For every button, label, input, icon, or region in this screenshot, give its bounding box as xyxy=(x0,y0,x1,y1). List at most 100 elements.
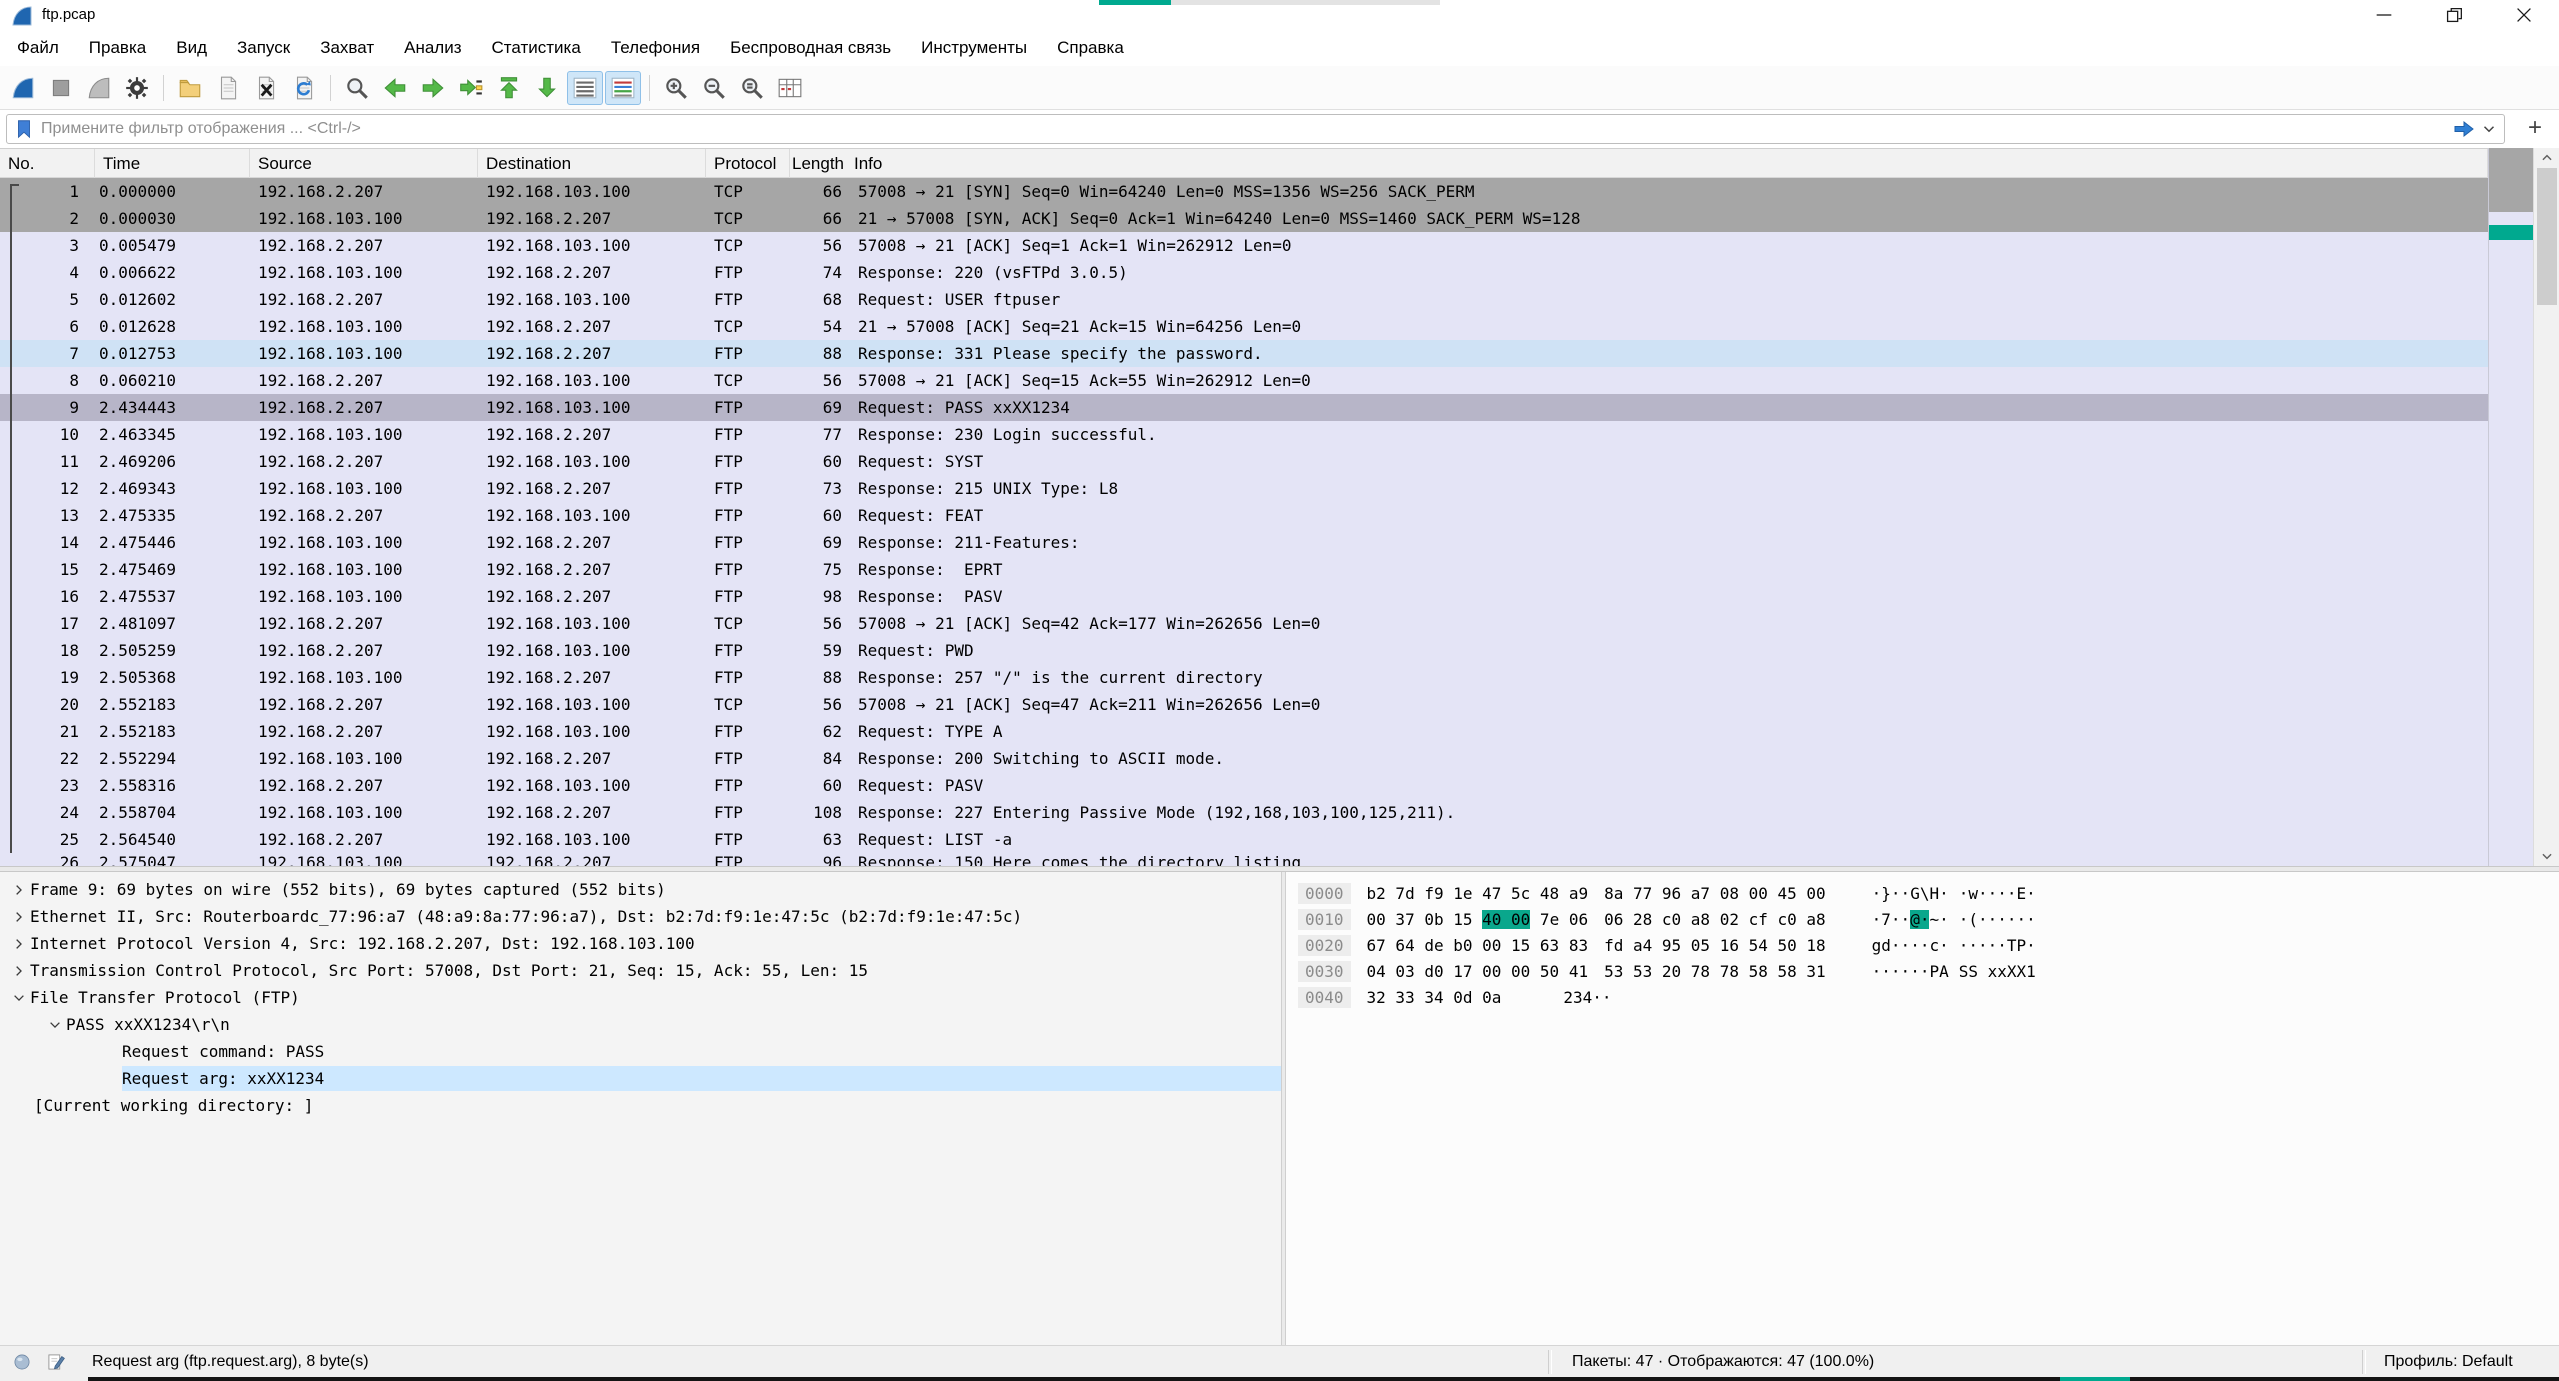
capture-options-button[interactable] xyxy=(119,71,155,105)
display-filter-input[interactable] xyxy=(41,120,2448,138)
menu-item-telephony[interactable]: Телефония xyxy=(596,34,715,62)
menu-item-tools[interactable]: Инструменты xyxy=(906,34,1042,62)
zoom-out-button[interactable] xyxy=(696,71,732,105)
packet-row-19[interactable]: 192.505368192.168.103.100192.168.2.207FT… xyxy=(0,664,2488,691)
detail-line-8[interactable]: [Current working directory: ] xyxy=(0,1092,1281,1119)
add-filter-button[interactable]: + xyxy=(2522,116,2548,142)
packet-row-17[interactable]: 172.481097192.168.2.207192.168.103.100TC… xyxy=(0,610,2488,637)
intelligent-scrollbar-minimap[interactable] xyxy=(2488,148,2533,866)
expander-right-icon[interactable] xyxy=(8,964,30,978)
packet-row-11[interactable]: 112.469206192.168.2.207192.168.103.100FT… xyxy=(0,448,2488,475)
reload-file-button[interactable] xyxy=(286,71,322,105)
packet-row-22[interactable]: 222.552294192.168.103.100192.168.2.207FT… xyxy=(0,745,2488,772)
hex-row-0020[interactable]: 002067 64 de b0 00 15 63 83fd a4 95 05 1… xyxy=(1298,932,2559,958)
column-header-time[interactable]: Time xyxy=(95,149,250,179)
column-header-info[interactable]: Info xyxy=(846,149,2488,179)
detail-line-2[interactable]: Internet Protocol Version 4, Src: 192.16… xyxy=(0,930,1281,957)
hex-row-0040[interactable]: 004032 33 34 0d 0a234·· xyxy=(1298,984,2559,1010)
save-file-button[interactable] xyxy=(210,71,246,105)
expert-info-icon[interactable] xyxy=(12,1352,32,1372)
profile-status[interactable]: Профиль: Default xyxy=(2384,1346,2513,1378)
resize-columns-button[interactable] xyxy=(772,71,808,105)
expander-down-icon[interactable] xyxy=(44,1018,66,1032)
hex-row-0030[interactable]: 003004 03 d0 17 00 00 50 4153 53 20 78 7… xyxy=(1298,958,2559,984)
packet-row-13[interactable]: 132.475335192.168.2.207192.168.103.100FT… xyxy=(0,502,2488,529)
display-filter-box[interactable] xyxy=(6,114,2505,144)
capture-comment-icon[interactable] xyxy=(46,1352,66,1372)
detail-line-6[interactable]: Request command: PASS xyxy=(0,1038,1281,1065)
column-header-no[interactable]: No. xyxy=(0,149,95,179)
packet-row-7[interactable]: 70.012753192.168.103.100192.168.2.207FTP… xyxy=(0,340,2488,367)
packet-row-5[interactable]: 50.012602192.168.2.207192.168.103.100FTP… xyxy=(0,286,2488,313)
detail-line-5[interactable]: PASS xxXX1234\r\n xyxy=(0,1011,1281,1038)
menu-item-go[interactable]: Запуск xyxy=(222,34,305,62)
menu-item-analyze[interactable]: Анализ xyxy=(389,34,476,62)
close-button[interactable] xyxy=(2489,0,2559,30)
menu-item-edit[interactable]: Правка xyxy=(74,34,161,62)
expander-right-icon[interactable] xyxy=(8,883,30,897)
stop-capture-button[interactable] xyxy=(43,71,79,105)
filter-dropdown-chevron-icon[interactable] xyxy=(2480,120,2498,138)
menu-item-wireless[interactable]: Беспроводная связь xyxy=(715,34,906,62)
detail-line-3[interactable]: Transmission Control Protocol, Src Port:… xyxy=(0,957,1281,984)
open-file-button[interactable] xyxy=(172,71,208,105)
start-capture-button[interactable] xyxy=(5,71,41,105)
packet-row-18[interactable]: 182.505259192.168.2.207192.168.103.100FT… xyxy=(0,637,2488,664)
scroll-down-button[interactable] xyxy=(2534,846,2559,866)
expander-right-icon[interactable] xyxy=(8,910,30,924)
zoom-in-button[interactable] xyxy=(658,71,694,105)
go-back-button[interactable] xyxy=(377,71,413,105)
restore-button[interactable] xyxy=(2419,0,2489,30)
find-packet-button[interactable] xyxy=(339,71,375,105)
column-header-protocol[interactable]: Protocol xyxy=(706,149,790,179)
go-first-packet-button[interactable] xyxy=(491,71,527,105)
detail-line-0[interactable]: Frame 9: 69 bytes on wire (552 bits), 69… xyxy=(0,876,1281,903)
detail-line-4[interactable]: File Transfer Protocol (FTP) xyxy=(0,984,1281,1011)
packet-row-6[interactable]: 60.012628192.168.103.100192.168.2.207TCP… xyxy=(0,313,2488,340)
scroll-up-button[interactable] xyxy=(2534,148,2559,168)
packet-row-12[interactable]: 122.469343192.168.103.100192.168.2.207FT… xyxy=(0,475,2488,502)
colorize-toggle[interactable] xyxy=(605,71,641,105)
go-last-packet-button[interactable] xyxy=(529,71,565,105)
column-header-source[interactable]: Source xyxy=(250,149,478,179)
packet-row-9[interactable]: 92.434443192.168.2.207192.168.103.100FTP… xyxy=(0,394,2488,421)
zoom-original-button[interactable] xyxy=(734,71,770,105)
scrollbar-thumb[interactable] xyxy=(2537,168,2557,305)
packet-row-8[interactable]: 80.060210192.168.2.207192.168.103.100TCP… xyxy=(0,367,2488,394)
close-file-button[interactable] xyxy=(248,71,284,105)
go-forward-button[interactable] xyxy=(415,71,451,105)
menu-item-help[interactable]: Справка xyxy=(1042,34,1139,62)
packet-row-4[interactable]: 40.006622192.168.103.100192.168.2.207FTP… xyxy=(0,259,2488,286)
menu-item-statistics[interactable]: Статистика xyxy=(477,34,596,62)
column-header-destination[interactable]: Destination xyxy=(478,149,706,179)
packet-row-14[interactable]: 142.475446192.168.103.100192.168.2.207FT… xyxy=(0,529,2488,556)
go-to-packet-button[interactable] xyxy=(453,71,489,105)
bookmark-icon[interactable] xyxy=(13,118,35,140)
packet-row-3[interactable]: 30.005479192.168.2.207192.168.103.100TCP… xyxy=(0,232,2488,259)
detail-line-7[interactable]: Request arg: xxXX1234 xyxy=(0,1065,1281,1092)
packet-row-20[interactable]: 202.552183192.168.2.207192.168.103.100TC… xyxy=(0,691,2488,718)
packet-row-25[interactable]: 252.564540192.168.2.207192.168.103.100FT… xyxy=(0,826,2488,853)
column-header-length[interactable]: Length xyxy=(790,149,846,179)
packet-list-scrollbar[interactable] xyxy=(2533,148,2559,866)
restart-capture-button[interactable] xyxy=(81,71,117,105)
menu-item-file[interactable]: Файл xyxy=(2,34,74,62)
expander-right-icon[interactable] xyxy=(8,937,30,951)
menu-item-view[interactable]: Вид xyxy=(161,34,222,62)
detail-line-1[interactable]: Ethernet II, Src: Routerboardc_77:96:a7 … xyxy=(0,903,1281,930)
hex-row-0010[interactable]: 001000 37 0b 15 40 00 7e 0606 28 c0 a8 0… xyxy=(1298,906,2559,932)
auto-scroll-toggle[interactable] xyxy=(567,71,603,105)
packet-row-16[interactable]: 162.475537192.168.103.100192.168.2.207FT… xyxy=(0,583,2488,610)
packet-row-26[interactable]: 262.575047192.168.103.100192.168.2.207FT… xyxy=(0,853,2488,866)
minimize-button[interactable] xyxy=(2349,0,2419,30)
packet-row-21[interactable]: 212.552183192.168.2.207192.168.103.100FT… xyxy=(0,718,2488,745)
packet-row-24[interactable]: 242.558704192.168.103.100192.168.2.207FT… xyxy=(0,799,2488,826)
packet-row-2[interactable]: 20.000030192.168.103.100192.168.2.207TCP… xyxy=(0,205,2488,232)
packet-row-10[interactable]: 102.463345192.168.103.100192.168.2.207FT… xyxy=(0,421,2488,448)
hex-row-0000[interactable]: 0000b2 7d f9 1e 47 5c 48 a98a 77 96 a7 0… xyxy=(1298,880,2559,906)
packet-row-23[interactable]: 232.558316192.168.2.207192.168.103.100FT… xyxy=(0,772,2488,799)
apply-filter-icon[interactable] xyxy=(2452,117,2476,141)
expander-down-icon[interactable] xyxy=(8,991,30,1005)
menu-item-capture[interactable]: Захват xyxy=(305,34,389,62)
packet-row-15[interactable]: 152.475469192.168.103.100192.168.2.207FT… xyxy=(0,556,2488,583)
